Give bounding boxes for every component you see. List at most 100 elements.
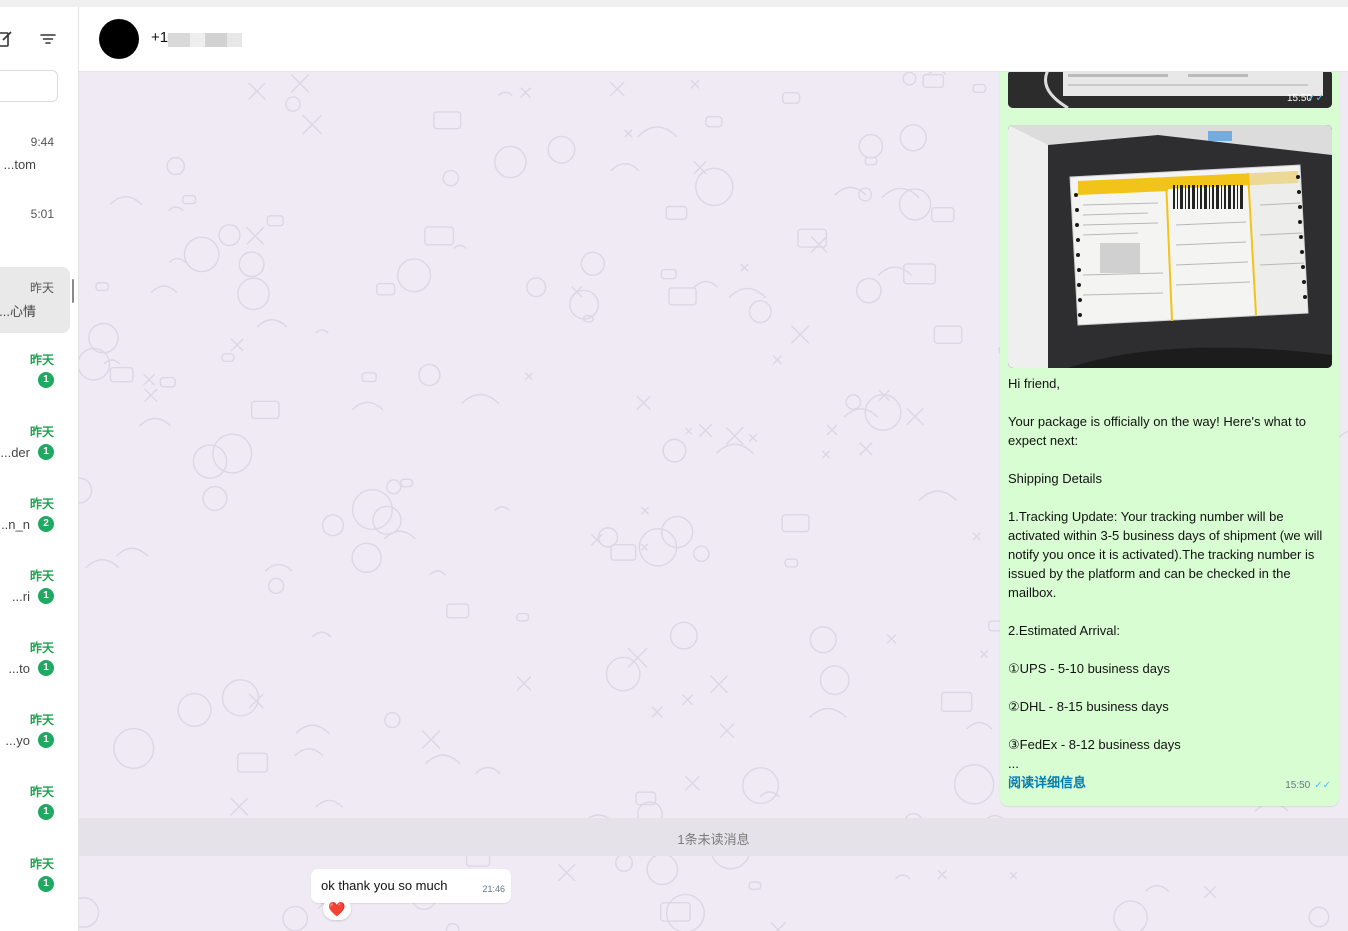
- wallpaper-doodle: [809, 626, 837, 654]
- incoming-message-text: ok thank you so much: [321, 878, 448, 893]
- chat-list-item[interactable]: 昨天 1: [0, 843, 70, 909]
- wallpaper-doodle: [168, 206, 184, 212]
- wallpaper-doodle: [264, 563, 293, 572]
- wallpaper-doodle: [821, 450, 831, 459]
- shipping-photo-thumbnail[interactable]: 15:50 ✓✓: [1008, 72, 1332, 108]
- chat-list-item[interactable]: 昨天心情...: [0, 267, 70, 333]
- wallpaper-doodle: [237, 277, 270, 311]
- wallpaper-doodle: [922, 73, 945, 89]
- chat-list-item[interactable]: 昨天 yo... 1: [0, 699, 70, 765]
- message-line: [1008, 716, 1328, 735]
- chat-list-item[interactable]: 5:01: [0, 195, 70, 261]
- wallpaper-doodle: [660, 268, 677, 280]
- chat-item-time: 9:44: [30, 135, 54, 149]
- wallpaper-doodle: [640, 543, 649, 551]
- wallpaper-doodle: [285, 96, 301, 112]
- wallpaper-doodle: [494, 506, 510, 511]
- wallpaper-doodle: [740, 263, 749, 272]
- wallpaper-doodle: [698, 423, 713, 438]
- wallpaper-doodle: [95, 282, 110, 292]
- chat-list-item[interactable]: 昨天 der... 1: [0, 411, 70, 477]
- chat-item-preview: 心情...: [0, 304, 36, 319]
- wallpaper-doodle: [386, 479, 402, 495]
- wallpaper-doodle: [315, 799, 344, 808]
- wallpaper-doodle: [498, 91, 513, 97]
- message-line: Shipping Details: [1008, 471, 1102, 486]
- chat-item-time: 昨天: [29, 857, 54, 871]
- shipping-label-photo[interactable]: [1008, 125, 1332, 368]
- conversation-pane: 15:50 ✓✓ Hi friend, Your package is offi…: [79, 72, 1348, 931]
- wallpaper-doodle: [237, 752, 269, 773]
- wallpaper-doodle: [881, 187, 920, 199]
- wallpaper-doodle: [418, 363, 441, 387]
- wallpaper-doodle: [784, 558, 799, 568]
- wallpaper-doodle: [705, 116, 723, 128]
- wallpaper-doodle: [400, 478, 414, 488]
- message-meta: 15:50 ✓✓: [1285, 780, 1331, 791]
- unread-count-badge: 1: [38, 444, 54, 460]
- wallpaper-doodle: [79, 477, 93, 504]
- wallpaper-doodle: [376, 282, 396, 296]
- wallpaper-doodle: [1144, 884, 1170, 892]
- read-more-link[interactable]: 阅读详细信息: [1008, 772, 1086, 791]
- wallpaper-doodle: [690, 79, 700, 89]
- wallpaper-doodle: [610, 544, 637, 561]
- wallpaper-doodle: [636, 395, 651, 411]
- wallpaper-doodle: [166, 156, 185, 176]
- wallpaper-doodle: [282, 905, 309, 931]
- search-input[interactable]: [0, 70, 58, 102]
- chat-list-item[interactable]: 昨天 1: [0, 771, 70, 837]
- wallpaper-doodle: [819, 665, 850, 696]
- wallpaper-doodle: [790, 325, 810, 344]
- wallpaper-doodle: [516, 612, 530, 622]
- wallpaper-doodle: [424, 226, 455, 246]
- chat-list-item[interactable]: 9:44 tom...: [0, 123, 70, 189]
- message-line: ③FedEx - 8-12 business days: [1008, 737, 1181, 752]
- chat-item-preview: der...: [0, 445, 30, 460]
- wallpaper-doodle: [218, 224, 241, 247]
- wallpaper-doodle: [361, 372, 377, 383]
- wallpaper-doodle: [661, 515, 694, 549]
- wallpaper-doodle: [396, 258, 432, 293]
- new-chat-icon[interactable]: [0, 29, 14, 49]
- chat-item-preview: n_n...: [0, 517, 30, 532]
- wallpaper-doodle: [238, 251, 265, 278]
- unread-count-badge: 1: [38, 732, 54, 748]
- unread-count-badge: 1: [38, 804, 54, 820]
- wallpaper-doodle: [609, 81, 625, 97]
- chat-list-item[interactable]: 昨天 ri... 1: [0, 555, 70, 621]
- heart-reaction-icon[interactable]: ❤️: [323, 898, 351, 920]
- shipping-photo-image: [1008, 72, 1332, 108]
- wallpaper-doodle: [79, 897, 100, 928]
- wallpaper-doodle: [899, 124, 927, 152]
- message-line: [1008, 488, 1328, 507]
- wallpaper-doodle: [424, 754, 461, 765]
- wallpaper-doodle: [845, 394, 862, 410]
- wallpaper-doodle: [547, 135, 576, 164]
- wallpaper-doodle: [624, 129, 633, 138]
- wallpaper-doodle: [246, 226, 265, 245]
- wallpaper-doodle: [693, 160, 707, 175]
- wallpaper-doodle: [109, 366, 134, 383]
- contact-avatar[interactable]: [99, 19, 139, 59]
- wallpaper-doodle: [605, 656, 641, 692]
- contact-name[interactable]: +1: [151, 29, 168, 46]
- wallpaper-doodle: [640, 506, 650, 515]
- chat-list-item[interactable]: 昨天 to... 1: [0, 627, 70, 693]
- filter-icon[interactable]: [38, 29, 58, 49]
- wallpaper-doodle: [651, 706, 664, 718]
- outgoing-message-bubble[interactable]: 15:50 ✓✓ Hi friend, Your package is offi…: [1000, 72, 1339, 806]
- unread-count-badge: 1: [38, 588, 54, 604]
- wallpaper-doodle: [843, 408, 878, 418]
- wallpaper-doodle: [230, 338, 244, 352]
- chat-list-item[interactable]: 昨天 1: [0, 339, 70, 405]
- chat-item-time: 昨天: [29, 281, 54, 295]
- wallpaper-doodle: [442, 169, 460, 187]
- chat-list-item[interactable]: 昨天 n_n... 2: [0, 483, 70, 549]
- wallpaper-doodle: [84, 559, 120, 569]
- sidebar-scrollbar[interactable]: [72, 279, 74, 303]
- wallpaper-doodle: [321, 514, 345, 537]
- wallpaper-doodle: [115, 547, 149, 557]
- wallpaper-doodle: [520, 87, 531, 98]
- chat-item-time: 昨天: [29, 785, 54, 799]
